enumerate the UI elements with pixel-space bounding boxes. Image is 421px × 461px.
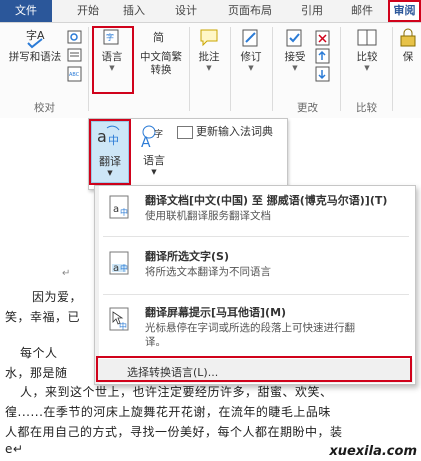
paragraph-mark: ↵ — [62, 268, 71, 279]
accept-label: 接受 — [284, 51, 306, 63]
svg-text:中: 中 — [120, 207, 128, 217]
svg-text:中: 中 — [120, 263, 128, 273]
language-preferences-button[interactable]: A 字 语言 ▼ — [137, 121, 171, 183]
language-icon: A 字 — [141, 125, 163, 151]
ribbon-review: 字A 拼写和语法 ABC 字 语言 ▼ 简 中文简繁 转换 批注 ▼ 修订 ▼ … — [0, 23, 421, 119]
menu-item-translate-selection[interactable]: a 中 翻译所选文字(S) 将所选文本翻译为不同语言 — [103, 246, 409, 286]
tab-references[interactable]: 引用 — [294, 0, 330, 22]
svg-text:a: a — [113, 263, 119, 274]
menu-gutter — [95, 186, 99, 384]
svg-text:中: 中 — [119, 321, 127, 331]
doc-line: 每个人 — [20, 346, 58, 360]
comment-label: 批注 — [198, 51, 220, 63]
doc-line: 因为爱， — [32, 290, 83, 304]
spelling-grammar-button[interactable]: 字A 拼写和语法 — [4, 27, 66, 64]
compare-icon — [357, 29, 377, 46]
svg-text:字: 字 — [154, 128, 163, 140]
tab-review[interactable]: 审阅 — [388, 0, 421, 22]
svg-text:A: A — [141, 135, 151, 149]
menu-separator — [103, 294, 409, 295]
menu-item-title: 翻译所选文字(S) — [145, 250, 229, 263]
comment-icon — [200, 29, 218, 47]
lock-icon — [400, 28, 416, 47]
menu-item-translate-document[interactable]: a 中 翻译文档[中文(中国) 至 挪威语(博克马尔语)](T) 使用联机翻译服… — [103, 190, 409, 230]
conversion-label-1: 中文简繁 — [140, 51, 182, 63]
svg-text:简: 简 — [153, 30, 164, 44]
watermark: xuexila.com — [329, 444, 417, 459]
chevron-down-icon: ▼ — [364, 64, 370, 72]
doc-line: e↵ — [5, 442, 24, 456]
spelling-label: 拼写和语法 — [8, 51, 62, 63]
chevron-down-icon: ▼ — [206, 64, 212, 72]
chevron-down-icon: ▼ — [292, 64, 298, 72]
group-separator — [272, 27, 273, 111]
update-ime-dictionary-button[interactable]: 更新输入法词典 — [177, 123, 273, 139]
update-ime-label: 更新输入法词典 — [196, 125, 273, 138]
group-separator — [392, 27, 393, 111]
group-separator — [189, 27, 190, 111]
menu-item-description: 光标悬停在字词或所选的段落上可快速进行翻 — [145, 322, 355, 334]
menu-item-description: 将所选文本翻译为不同语言 — [145, 266, 271, 278]
highlight-language-button — [92, 26, 134, 94]
menu-item-description: 使用联机翻译服务翻译文档 — [145, 210, 271, 222]
translate-selection-icon: a 中 — [109, 251, 129, 275]
doc-line: 徨......在季节的河床上旋舞花开花谢，在流年的睫毛上品味 — [5, 405, 331, 419]
svg-text:a: a — [113, 204, 119, 215]
compare-button[interactable]: 比较 ▼ — [350, 27, 384, 73]
doc-line: 人都在用自己的方式，寻找一份美好，每个人都在期盼中，装 — [5, 425, 343, 439]
protect-button[interactable]: 保 — [397, 27, 419, 64]
translate-menu: a 中 翻译文档[中文(中国) 至 挪威语(博克马尔语)](T) 使用联机翻译服… — [94, 185, 416, 385]
tab-home[interactable]: 开始 — [70, 0, 106, 22]
group-separator — [340, 27, 341, 111]
group-separator — [230, 27, 231, 111]
translate-screentip-icon: 中 — [109, 307, 129, 331]
ribbon-tabs: 文件 开始 插入 设计 页面布局 引用 邮件 审阅 — [0, 0, 421, 23]
chevron-down-icon: ▼ — [248, 64, 254, 72]
track-changes-button[interactable]: 修订 ▼ — [234, 27, 268, 73]
accept-button[interactable]: 接受 ▼ — [278, 27, 312, 73]
svg-text:ABC: ABC — [69, 72, 80, 78]
language-dropdown: a 中 翻译 ▼ A 字 语言 ▼ 更新输入法词典 — [88, 118, 288, 190]
menu-item-title: 翻译文档[中文(中国) 至 挪威语(博克马尔语)](T) — [145, 194, 388, 207]
track-changes-label: 修订 — [240, 51, 262, 63]
group-label-proofing: 校对 — [34, 102, 55, 114]
conversion-label-2: 转换 — [150, 64, 172, 76]
menu-item-description-2: 译。 — [145, 336, 166, 348]
group-label-compare: 比较 — [356, 102, 377, 114]
translate-document-icon: a 中 — [109, 195, 129, 219]
compare-label: 比较 — [356, 51, 378, 63]
tab-design[interactable]: 设计 — [168, 0, 204, 22]
conversion-icon: 简 — [153, 30, 164, 44]
language-label: 语言 — [143, 154, 165, 167]
spelling-icon: 字A — [26, 28, 45, 49]
tab-insert[interactable]: 插入 — [116, 0, 152, 22]
tab-mailings[interactable]: 邮件 — [344, 0, 380, 22]
tab-file[interactable]: 文件 — [0, 0, 52, 22]
highlight-choose-language — [96, 356, 412, 382]
menu-separator — [103, 236, 409, 237]
highlight-translate-button — [89, 119, 131, 185]
tab-page-layout[interactable]: 页面布局 — [222, 0, 278, 22]
group-label-changes: 更改 — [297, 102, 318, 114]
reject-navigation-icons[interactable] — [314, 29, 332, 85]
menu-item-translate-screentip[interactable]: 中 翻译屏幕提示[马耳他语](M) 光标悬停在字词或所选的段落上可快速进行翻 译… — [103, 302, 409, 354]
comment-button[interactable]: 批注 ▼ — [192, 27, 226, 73]
doc-line: 水，那是随 — [5, 366, 68, 380]
research-tools-icons[interactable]: ABC — [66, 29, 84, 85]
chinese-conversion-button[interactable]: 简 中文简繁 转换 — [137, 27, 185, 77]
menu-item-title: 翻译屏幕提示[马耳他语](M) — [145, 306, 287, 319]
doc-line: 笑，幸福，已 — [5, 310, 81, 324]
doc-line: 人，来到这个世上，也许注定要经历许多，甜蜜、欢笑、 — [20, 385, 333, 399]
accept-icon — [286, 29, 302, 47]
track-changes-icon — [242, 29, 258, 47]
protect-label: 保 — [402, 51, 414, 63]
keyboard-icon — [177, 125, 193, 139]
chevron-down-icon: ▼ — [151, 168, 157, 176]
group-separator — [88, 27, 89, 111]
